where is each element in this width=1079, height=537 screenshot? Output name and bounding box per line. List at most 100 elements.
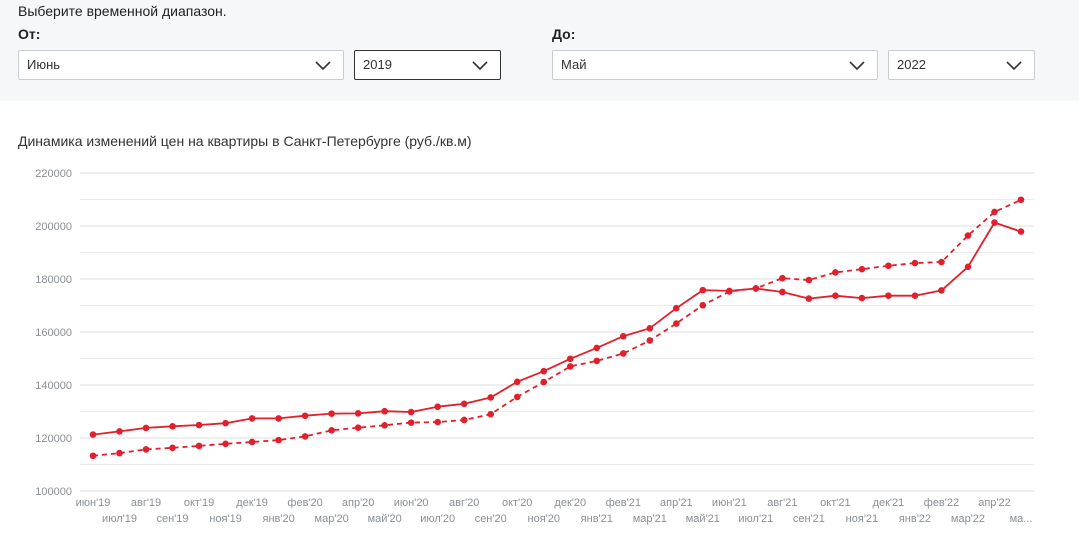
- data-point[interactable]: [116, 449, 123, 457]
- data-point[interactable]: [885, 292, 892, 299]
- data-point[interactable]: [699, 301, 707, 309]
- data-point[interactable]: [673, 304, 680, 312]
- data-point[interactable]: [726, 288, 733, 295]
- data-point[interactable]: [858, 265, 866, 273]
- data-point[interactable]: [619, 350, 627, 357]
- to-month-value: Май: [561, 57, 587, 72]
- x-tick-label: сен'20: [475, 513, 507, 525]
- x-tick-label: апр'22: [978, 497, 1011, 509]
- data-point[interactable]: [991, 219, 998, 226]
- data-point[interactable]: [938, 258, 945, 266]
- x-tick-label: фев'22: [924, 497, 959, 509]
- from-month-value: Июнь: [27, 57, 61, 72]
- x-tick-label: май'21: [686, 513, 720, 525]
- data-point[interactable]: [381, 407, 388, 415]
- x-tick-label: июн'21: [712, 497, 747, 509]
- data-point[interactable]: [832, 292, 839, 299]
- x-tick-label: фев'20: [287, 497, 322, 509]
- from-year-select[interactable]: 2019: [354, 50, 501, 80]
- x-tick-label: июл'19: [102, 513, 137, 525]
- data-point[interactable]: [752, 284, 760, 292]
- from-month-select[interactable]: Июнь: [18, 50, 344, 80]
- data-point[interactable]: [407, 408, 415, 416]
- data-point[interactable]: [354, 424, 362, 431]
- x-tick-label: мар'21: [633, 513, 667, 525]
- data-point[interactable]: [169, 423, 176, 430]
- from-year-value: 2019: [363, 57, 392, 72]
- data-point[interactable]: [460, 400, 468, 408]
- data-point[interactable]: [116, 428, 123, 435]
- data-point[interactable]: [911, 259, 919, 267]
- data-point[interactable]: [540, 367, 548, 375]
- data-point[interactable]: [673, 320, 680, 327]
- data-point[interactable]: [964, 263, 972, 271]
- data-point[interactable]: [699, 286, 707, 294]
- data-point[interactable]: [938, 287, 945, 294]
- from-label: От:: [18, 26, 41, 42]
- data-point[interactable]: [858, 294, 866, 302]
- chevron-down-icon: [849, 61, 865, 71]
- data-point[interactable]: [142, 446, 150, 453]
- data-point[interactable]: [434, 403, 441, 411]
- data-point[interactable]: [142, 424, 150, 432]
- x-tick-label: мар'22: [951, 513, 985, 525]
- data-point[interactable]: [301, 433, 309, 440]
- data-point[interactable]: [619, 332, 627, 340]
- data-point[interactable]: [805, 276, 813, 284]
- data-point[interactable]: [381, 421, 388, 429]
- x-tick-label: апр'20: [342, 497, 375, 509]
- data-point[interactable]: [407, 419, 415, 426]
- data-point[interactable]: [593, 357, 601, 365]
- price-chart: 100000 120000 140000 160000 180000 200000 2200…: [35, 168, 1034, 525]
- data-point[interactable]: [248, 415, 256, 422]
- x-tick-label: окт'20: [502, 497, 532, 509]
- data-point[interactable]: [195, 442, 203, 450]
- data-point[interactable]: [434, 418, 441, 426]
- data-point[interactable]: [275, 415, 282, 422]
- data-point[interactable]: [1017, 196, 1025, 204]
- x-tick-label: мар'20: [315, 513, 349, 525]
- y-tick-label: 140000: [35, 380, 72, 392]
- data-point[interactable]: [646, 324, 654, 332]
- data-point[interactable]: [566, 363, 574, 370]
- data-point[interactable]: [964, 232, 972, 239]
- data-point[interactable]: [779, 274, 786, 282]
- to-month-select[interactable]: Май: [552, 50, 878, 80]
- data-point[interactable]: [169, 444, 176, 452]
- data-point[interactable]: [991, 208, 998, 216]
- data-point[interactable]: [89, 431, 97, 438]
- data-point[interactable]: [354, 410, 362, 417]
- x-tick-label: ма...: [1010, 513, 1033, 525]
- y-tick-label: 220000: [35, 168, 72, 180]
- data-point[interactable]: [301, 412, 309, 420]
- data-point[interactable]: [275, 436, 282, 444]
- data-point[interactable]: [646, 337, 654, 344]
- data-point[interactable]: [593, 344, 601, 352]
- data-point[interactable]: [779, 288, 786, 296]
- data-point[interactable]: [487, 410, 495, 418]
- data-point[interactable]: [513, 393, 521, 401]
- data-point[interactable]: [513, 378, 521, 386]
- data-point[interactable]: [566, 355, 574, 363]
- to-year-select[interactable]: 2022: [888, 50, 1035, 80]
- data-point[interactable]: [328, 427, 335, 434]
- data-point[interactable]: [1017, 228, 1025, 235]
- data-point[interactable]: [460, 416, 468, 424]
- data-point[interactable]: [487, 394, 495, 401]
- data-point[interactable]: [195, 421, 203, 429]
- data-point[interactable]: [328, 410, 335, 417]
- to-year-value: 2022: [897, 57, 926, 72]
- data-point[interactable]: [222, 419, 229, 427]
- data-point[interactable]: [832, 269, 839, 276]
- x-tick-label: дек'21: [873, 497, 905, 509]
- y-tick-label: 160000: [35, 327, 72, 339]
- data-point[interactable]: [540, 378, 548, 386]
- data-point[interactable]: [248, 438, 256, 446]
- x-tick-label: сен'19: [157, 513, 189, 525]
- x-tick-label: июн'20: [394, 497, 429, 509]
- data-point[interactable]: [885, 262, 892, 270]
- data-point[interactable]: [89, 452, 97, 460]
- data-point[interactable]: [805, 295, 813, 302]
- data-point[interactable]: [911, 292, 919, 299]
- data-point[interactable]: [222, 440, 229, 448]
